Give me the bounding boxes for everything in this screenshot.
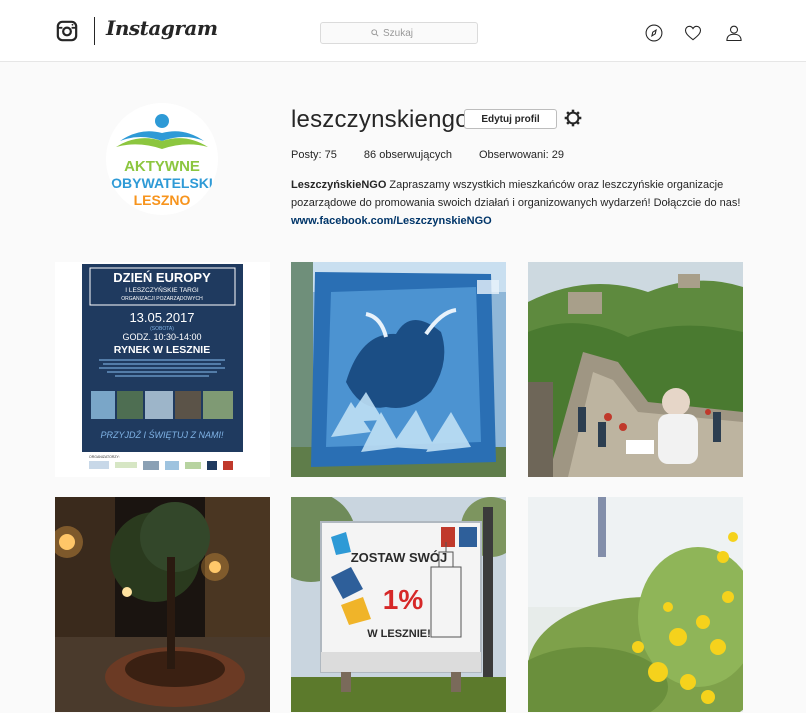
- following-label: Obserwowani:: [478, 149, 549, 161]
- dzien-europy-poster: DZIEŃ EUROPY I LESZCZYŃSKIE TARGI ORGANI…: [55, 262, 270, 477]
- explore-compass-icon[interactable]: [644, 23, 664, 43]
- logo-line-2: OBYWATELSKI: [111, 175, 213, 191]
- bull-mural-photo: [291, 262, 506, 477]
- profile-username: leszczynskiengo: [291, 106, 469, 133]
- post-thumbnail-great-wall[interactable]: [528, 262, 743, 477]
- search-icon: [371, 29, 379, 37]
- profile-avatar[interactable]: AKTYWNE OBYWATELSKI LESZNO: [106, 103, 218, 215]
- following-value: 29: [551, 149, 564, 161]
- poster-place: RYNEK W LESZNIE: [114, 344, 210, 356]
- bio-website-link[interactable]: www.facebook.com/LeszczynskieNGO: [291, 215, 492, 227]
- poster-subtitle-1: I LESZCZYŃSKIE TARGI: [125, 285, 199, 294]
- poster-subtitle-2: ORGANIZACJI POZARZĄDOWYCH: [121, 296, 203, 302]
- logo-line-3: LESZNO: [134, 192, 191, 208]
- profile-bio: LeszczyńskieNGO Zapraszamy wszystkich mi…: [291, 176, 746, 230]
- aktywne-obywatelskie-logo: AKTYWNE OBYWATELSKI LESZNO: [106, 103, 218, 215]
- post-thumbnail-night-street[interactable]: [55, 497, 270, 712]
- posts-label: Posty:: [291, 149, 322, 161]
- top-navigation-bar: Instagram: [0, 0, 806, 62]
- profile-person-icon[interactable]: [724, 23, 744, 43]
- great-wall-photo: [528, 262, 743, 477]
- post-thumbnail-dzien-europy[interactable]: DZIEŃ EUROPY I LESZCZYŃSKIE TARGI ORGANI…: [55, 262, 270, 477]
- edit-profile-button[interactable]: Edytuj profil: [464, 109, 557, 129]
- following-count[interactable]: Obserwowani: 29: [479, 149, 564, 161]
- search-box[interactable]: [320, 22, 478, 44]
- profile-stats: Posty: 75 86 obserwujących Obserwowani: …: [291, 149, 564, 161]
- poster-sponsors-label: ORGANIZATORZY:: [89, 455, 120, 459]
- post-thumbnail-billboard-1-percent[interactable]: ZOSTAW SWÓJ 1% W LESZNIE!: [291, 497, 506, 712]
- followers-label: obserwujących: [379, 149, 452, 161]
- followers-value: 86: [363, 149, 377, 161]
- post-thumbnail-flowers[interactable]: [528, 497, 743, 712]
- logo-line-1: AKTYWNE: [124, 158, 200, 175]
- poster-hours: GODZ. 10:30-14:00: [122, 332, 201, 342]
- bio-full-name: LeszczyńskieNGO: [291, 179, 387, 191]
- poster-date: 13.05.2017: [129, 310, 194, 325]
- posts-count: Posty: 75: [291, 149, 337, 161]
- billboard-line-1: ZOSTAW SWÓJ: [351, 550, 448, 565]
- poster-cta: PRZYJDŹ I ŚWIĘTUJ Z NAMI!: [101, 429, 224, 440]
- posts-value: 75: [324, 149, 337, 161]
- billboard-percent: 1%: [383, 584, 424, 615]
- instagram-wordmark[interactable]: Instagram: [106, 16, 218, 40]
- followers-count[interactable]: 86 obserwujących: [364, 149, 452, 161]
- search-input[interactable]: [383, 27, 427, 39]
- brand-divider: [94, 17, 95, 45]
- billboard-photo: ZOSTAW SWÓJ 1% W LESZNIE!: [291, 497, 506, 712]
- night-street-photo: [55, 497, 270, 712]
- billboard-line-2: W LESZNIE!: [367, 628, 431, 640]
- poster-title: DZIEŃ EUROPY: [113, 270, 211, 285]
- post-thumbnail-mural[interactable]: [291, 262, 506, 477]
- instagram-glyph-icon[interactable]: [56, 20, 78, 42]
- activity-heart-icon[interactable]: [683, 23, 703, 43]
- settings-gear-icon[interactable]: [563, 108, 583, 128]
- yellow-flowers-photo: [528, 497, 743, 712]
